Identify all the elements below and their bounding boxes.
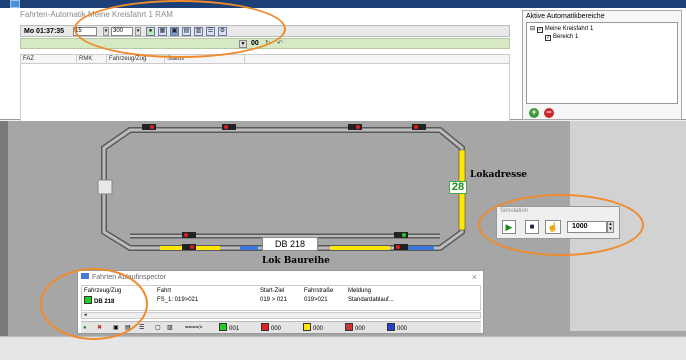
horizontal-scrollbar[interactable]: ◂ xyxy=(81,312,481,319)
frame-icon[interactable]: ▢ xyxy=(155,323,161,333)
simulation-panel: Simulation ▶ ■ ☝ 1000 ▴ ▾ xyxy=(496,206,620,239)
counter-yellow[interactable]: 000 xyxy=(303,323,323,333)
inspector-toolbar: ● ✖ ▣ ▤ ☰ ▢ ▥ ====> 001 000 000 000 000 xyxy=(81,321,481,333)
inspector-icon xyxy=(81,273,89,279)
status-bar xyxy=(0,336,686,360)
row-train-label: DB 218 xyxy=(94,299,115,305)
mixed-swatch xyxy=(345,323,353,331)
track-loop xyxy=(101,127,465,251)
column-header[interactable]: Start-Ziel xyxy=(260,287,284,295)
block-marker[interactable] xyxy=(97,179,113,195)
arrow-label: ====> xyxy=(185,325,203,331)
column-header[interactable]: Fahrt xyxy=(157,287,171,295)
blue-swatch xyxy=(387,323,395,331)
train-label[interactable]: DB 218 xyxy=(262,237,318,251)
counter-value: 001 xyxy=(229,326,240,332)
list-icon[interactable]: ☰ xyxy=(139,323,144,333)
row-message: Standardablauf... xyxy=(348,297,394,303)
column-header[interactable]: Fahrzeug/Zug xyxy=(84,287,121,295)
counter-value: 000 xyxy=(355,326,366,332)
copy-icon[interactable]: ▤ xyxy=(125,323,131,333)
counter-value: 000 xyxy=(271,326,282,332)
inspector-table: Fahrzeug/Zug Fahrt Start-Ziel Fahrstraße… xyxy=(81,285,481,311)
window-icon[interactable]: ▣ xyxy=(113,323,119,333)
column-header[interactable]: Meldung xyxy=(348,287,371,295)
row-train: DB 218 xyxy=(84,296,114,306)
status-swatch xyxy=(84,296,92,304)
inspector-title: Fahrten Ablaufinspector xyxy=(81,273,166,281)
inspector-close-button[interactable]: × xyxy=(472,272,477,282)
column-header[interactable]: Fahrstraße xyxy=(304,287,333,295)
stop-button[interactable]: ■ xyxy=(525,220,539,234)
yellow-swatch xyxy=(303,323,311,331)
counter-mixed[interactable]: 000 xyxy=(345,323,365,333)
row-route: 019>021 xyxy=(304,297,328,303)
green-dot-icon[interactable]: ● xyxy=(83,323,87,333)
play-button[interactable]: ▶ xyxy=(502,220,516,234)
lokadresse-annotation: Lokadresse xyxy=(470,170,528,180)
loco-address-badge: 28 xyxy=(449,181,467,194)
counter-green[interactable]: 001 xyxy=(219,323,239,333)
counter-value: 000 xyxy=(397,326,408,332)
row-start-end: 019 > 021 xyxy=(260,297,287,303)
speed-stepper[interactable]: ▴ ▾ xyxy=(607,221,614,233)
green-swatch xyxy=(219,323,227,331)
simulation-speed-input[interactable]: 1000 xyxy=(567,221,607,233)
counter-red[interactable]: 000 xyxy=(261,323,281,333)
lok-baureihe-annotation: Lok Baureihe xyxy=(262,256,330,266)
red-swatch xyxy=(261,323,269,331)
counter-value: 000 xyxy=(313,326,324,332)
inspector-title-text: Fahrten Ablaufinspector xyxy=(92,274,166,281)
hand-icon[interactable]: ☝ xyxy=(545,220,561,234)
image-icon[interactable]: ▥ xyxy=(167,323,173,333)
simulation-title: Simulation xyxy=(500,208,529,214)
no-entry-icon[interactable]: ✖ xyxy=(97,323,102,333)
counter-blue[interactable]: 000 xyxy=(387,323,407,333)
trip-inspector-window: Fahrten Ablaufinspector × Fahrzeug/Zug F… xyxy=(77,270,484,334)
row-trip: FS_1: 019>021 xyxy=(157,297,199,303)
signals[interactable] xyxy=(142,124,426,250)
